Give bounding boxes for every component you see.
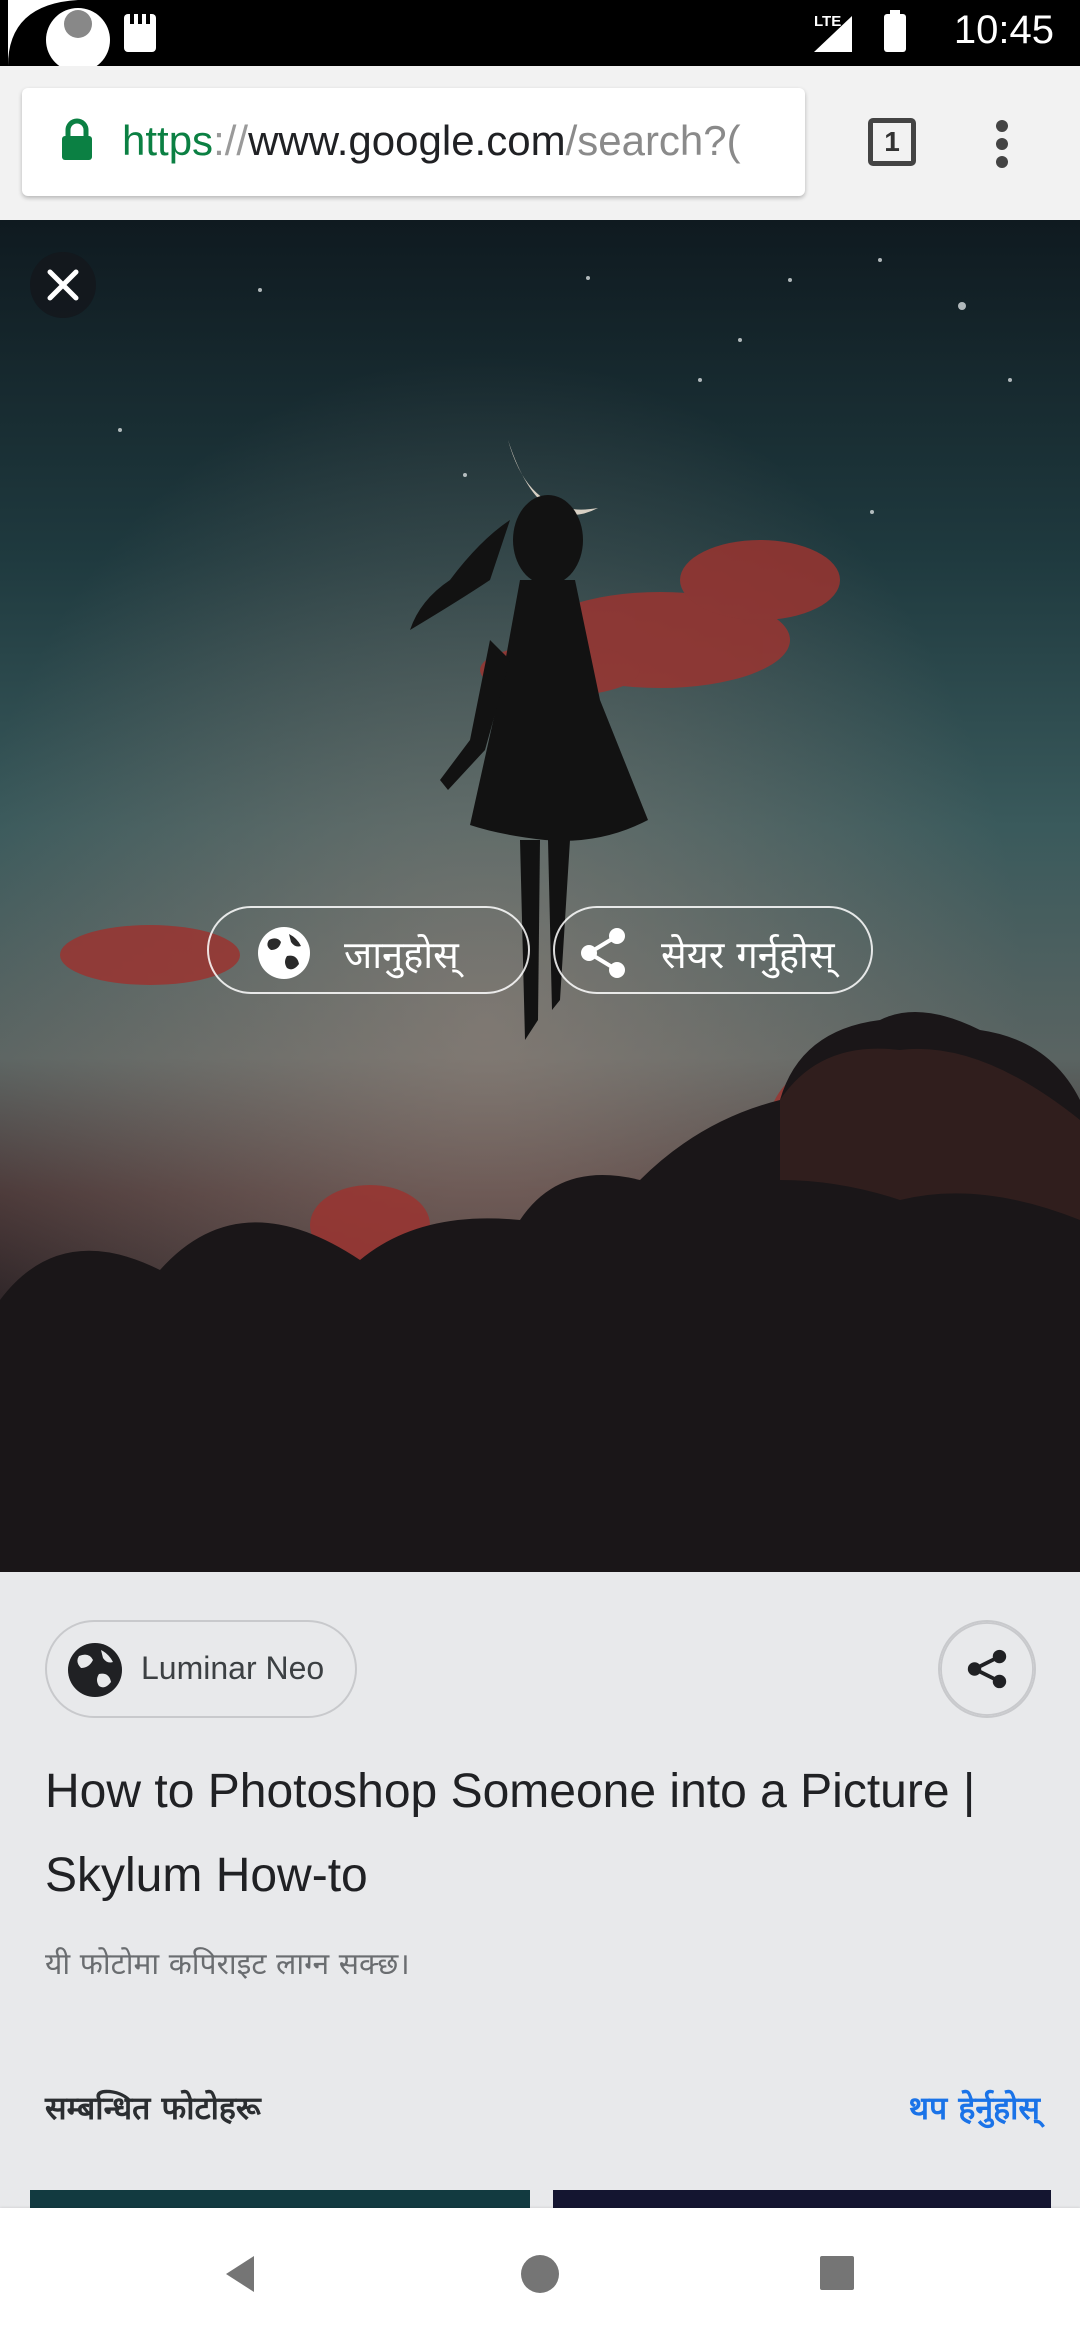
related-thumbnail[interactable] xyxy=(553,2190,1051,2208)
battery-icon xyxy=(884,14,906,52)
url-separator: :// xyxy=(213,117,249,164)
url-scheme: https xyxy=(122,117,214,164)
browser-toolbar: https://www.google.com/search?( 1 xyxy=(0,66,1080,220)
clock: 10:45 xyxy=(953,8,1054,52)
copyright-note: यी फोटोमा कपिराइट लाग्न सक्छ। xyxy=(45,1947,410,1982)
notification-icons xyxy=(8,0,156,66)
visit-button[interactable]: जानुहोस् xyxy=(207,906,530,994)
url-path: /search?( xyxy=(565,117,741,164)
lock-icon xyxy=(62,118,92,160)
image-viewer: जानुहोस् सेयर गर्नुहोस् xyxy=(0,220,1080,1572)
globe-icon xyxy=(68,1643,122,1697)
share-icon[interactable] xyxy=(938,1620,1036,1718)
share-label: सेयर गर्नुहोस् xyxy=(661,933,835,977)
lte-label: LTE xyxy=(814,13,841,30)
result-title[interactable]: How to Photoshop Someone into a Picture … xyxy=(45,1750,1045,1918)
source-name: Luminar Neo xyxy=(141,1650,325,1686)
system-nav-bar xyxy=(0,2208,1080,2340)
url-host: www.google.com xyxy=(248,117,566,164)
share-icon xyxy=(581,928,625,978)
related-thumbnail[interactable] xyxy=(30,2190,530,2208)
address-bar[interactable]: https://www.google.com/search?( xyxy=(22,88,805,196)
source-chip[interactable]: Luminar Neo xyxy=(45,1620,357,1718)
globe-icon xyxy=(258,927,310,979)
preview-image xyxy=(0,220,1080,1572)
close-icon[interactable] xyxy=(30,252,96,318)
more-options-icon[interactable] xyxy=(982,110,1022,178)
tab-switcher-button[interactable]: 1 xyxy=(868,118,916,166)
visit-label: जानुहोस् xyxy=(344,933,459,977)
related-photos-heading: सम्बन्धित फोटोहरू xyxy=(45,2089,261,2127)
status-bar: LTE 10:45 xyxy=(0,0,1080,66)
back-icon[interactable] xyxy=(218,2250,266,2298)
home-icon[interactable] xyxy=(516,2250,564,2298)
see-more-link[interactable]: थप हेर्नुहोस् xyxy=(909,2086,1040,2129)
image-details-panel: Luminar Neo How to Photoshop Someone int… xyxy=(0,1572,1080,2208)
signal-battery-icons: LTE xyxy=(814,10,906,52)
share-button[interactable]: सेयर गर्नुहोस् xyxy=(553,906,873,994)
url-text: https://www.google.com/search?( xyxy=(122,115,741,167)
recents-icon[interactable] xyxy=(814,2250,862,2298)
